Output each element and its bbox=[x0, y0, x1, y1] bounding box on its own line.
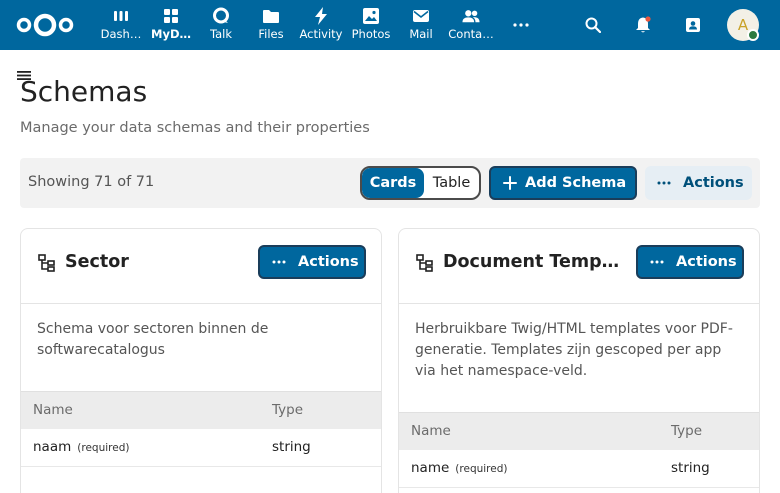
actions-label: Actions bbox=[683, 175, 744, 191]
view-cards-button[interactable]: Cards bbox=[362, 168, 424, 198]
column-header-name: Name bbox=[33, 402, 73, 418]
app-label: Talk bbox=[209, 27, 233, 41]
more-apps-button[interactable] bbox=[496, 0, 546, 50]
app-label: Activity bbox=[299, 27, 343, 41]
more-horizontal-icon bbox=[650, 260, 664, 264]
image-icon bbox=[362, 7, 380, 25]
property-type: string bbox=[272, 439, 311, 455]
property-name-cell: name (required) bbox=[411, 460, 507, 476]
properties-table-header: Name Type bbox=[399, 412, 759, 450]
card-title: Sector bbox=[65, 252, 129, 272]
more-horizontal-icon bbox=[512, 16, 530, 34]
avatar-letter: A bbox=[737, 16, 749, 34]
table-row[interactable]: naam (required) string bbox=[21, 429, 381, 467]
contacts-icon bbox=[462, 7, 480, 25]
folder-icon bbox=[262, 7, 280, 25]
property-name-cell: naam (required) bbox=[33, 439, 129, 455]
property-name: naam bbox=[33, 439, 72, 455]
card-header: Sector Actions bbox=[21, 229, 381, 304]
required-badge: (required) bbox=[77, 442, 130, 454]
schema-tree-icon bbox=[416, 254, 433, 272]
schema-tree-icon bbox=[38, 254, 55, 272]
page-subtitle: Manage your data schemas and their prope… bbox=[20, 120, 370, 136]
table-row[interactable]: name (required) string bbox=[399, 450, 759, 488]
view-table-button[interactable]: Table bbox=[424, 168, 479, 198]
view-mode-toggle: Cards Table bbox=[360, 166, 481, 200]
card-actions-button[interactable]: Actions bbox=[258, 245, 366, 279]
mail-icon bbox=[412, 7, 430, 25]
app-photos[interactable]: Photos bbox=[346, 0, 396, 50]
online-status-icon bbox=[747, 29, 759, 41]
app-files[interactable]: Files bbox=[246, 0, 296, 50]
search-icon bbox=[585, 17, 601, 33]
more-horizontal-icon bbox=[657, 181, 671, 185]
schema-card: Sector Actions Schema voor sectoren binn… bbox=[20, 228, 382, 493]
card-actions-button[interactable]: Actions bbox=[636, 245, 744, 279]
card-actions-label: Actions bbox=[676, 254, 737, 270]
search-button[interactable] bbox=[568, 0, 618, 50]
contacts-menu-button[interactable] bbox=[668, 0, 718, 50]
app-talk[interactable]: Talk bbox=[196, 0, 246, 50]
add-schema-button[interactable]: Add Schema bbox=[489, 166, 637, 200]
plus-icon bbox=[503, 176, 517, 190]
schema-card: Document Temp… Actions Herbruikbare Twig… bbox=[398, 228, 760, 493]
column-header-type: Type bbox=[671, 423, 703, 439]
app-mydash[interactable]: MyD… bbox=[146, 0, 196, 50]
property-type: string bbox=[671, 460, 710, 476]
top-bar: Dash… MyD… Talk Files Activity Photos Ma… bbox=[0, 0, 780, 50]
app-contacts[interactable]: Conta… bbox=[446, 0, 496, 50]
card-title: Document Temp… bbox=[443, 252, 620, 272]
property-name: name bbox=[411, 460, 450, 476]
page-title: Schemas bbox=[20, 75, 148, 108]
talk-icon bbox=[212, 7, 230, 25]
app-mail[interactable]: Mail bbox=[396, 0, 446, 50]
schemas-toolbar: Showing 71 of 71 Cards Table Add Schema … bbox=[20, 158, 760, 208]
app-label: Mail bbox=[409, 27, 433, 41]
properties-table-header: Name Type bbox=[21, 391, 381, 429]
add-schema-label: Add Schema bbox=[525, 175, 627, 191]
card-actions-label: Actions bbox=[298, 254, 359, 270]
card-description: Herbruikbare Twig/HTML templates voor PD… bbox=[415, 321, 733, 379]
app-label: MyD… bbox=[151, 27, 191, 41]
actions-button[interactable]: Actions bbox=[645, 166, 752, 200]
address-book-icon bbox=[686, 18, 700, 32]
card-header: Document Temp… Actions bbox=[399, 229, 759, 304]
bell-icon bbox=[636, 16, 651, 33]
more-horizontal-icon bbox=[272, 260, 286, 264]
app-activity[interactable]: Activity bbox=[296, 0, 346, 50]
activity-icon bbox=[312, 7, 330, 25]
app-label: Files bbox=[258, 27, 284, 41]
app-dashboard[interactable]: Dash… bbox=[96, 0, 146, 50]
column-header-name: Name bbox=[411, 423, 451, 439]
card-description: Schema voor sectoren binnen de softwarec… bbox=[37, 321, 269, 358]
app-label: Dash… bbox=[100, 27, 142, 41]
notifications-button[interactable] bbox=[618, 0, 668, 50]
column-header-type: Type bbox=[272, 402, 304, 418]
mydash-icon bbox=[162, 7, 180, 25]
dashboard-icon bbox=[112, 7, 130, 25]
app-label: Conta… bbox=[448, 27, 494, 41]
required-badge: (required) bbox=[455, 463, 508, 475]
app-label: Photos bbox=[351, 27, 391, 41]
result-count: Showing 71 of 71 bbox=[28, 174, 155, 190]
nextcloud-logo-icon[interactable] bbox=[14, 11, 76, 39]
app-menu: Dash… MyD… Talk Files Activity Photos Ma… bbox=[96, 0, 546, 50]
